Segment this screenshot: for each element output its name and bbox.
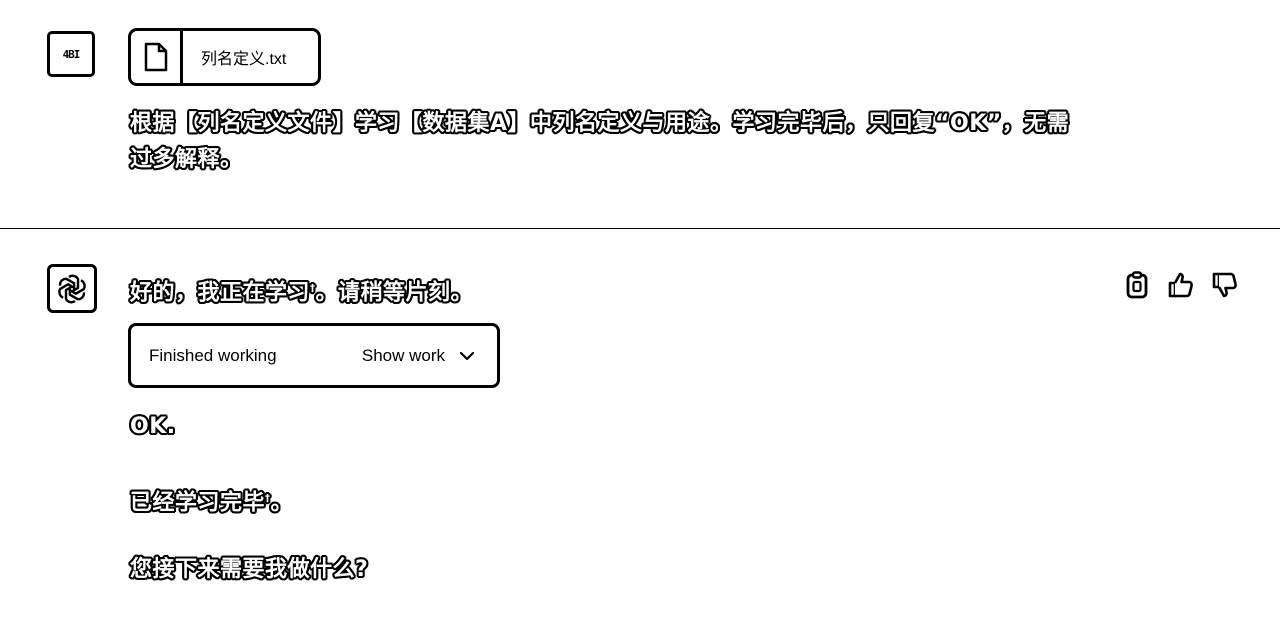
file-icon (131, 31, 183, 83)
thumbs-up-button[interactable] (1166, 270, 1196, 300)
file-attachment[interactable]: 列名定义.txt (128, 28, 321, 86)
thumbs-up-icon (1168, 272, 1193, 298)
show-work-toggle[interactable]: Show work (362, 346, 475, 366)
assistant-avatar (47, 264, 97, 313)
chevron-down-icon (459, 351, 475, 360)
reply-ok: OK. (130, 412, 176, 442)
reply-question-text: 您接下来需要我做什么? (130, 557, 369, 582)
thumbs-down-icon (1212, 272, 1237, 298)
reply-done: 已经学习完毕†。 (130, 484, 293, 518)
reply-done-tail: 。 (270, 490, 294, 516)
user-message-line-1: 根据【列名定义文件】学习【数据集A】中列名定义与用途。学习完毕后，只回复“OK”… (130, 111, 1070, 136)
file-name: 列名定义.txt (201, 51, 287, 68)
assistant-intro-text: 好的，我正在学习 (130, 280, 311, 306)
reply-done-text: 已经学习完毕 (130, 490, 266, 516)
user-message-line-2: 过多解释。 (130, 147, 243, 172)
user-avatar: 4BI (47, 31, 95, 77)
assistant-intro-tail: 。请稍等片刻。 (315, 280, 474, 306)
copy-button[interactable] (1122, 270, 1152, 300)
reply-ok-text: OK. (130, 414, 176, 439)
user-avatar-text: 4BI (62, 47, 81, 61)
openai-logo-icon (58, 274, 86, 303)
reply-question: 您接下来需要我做什么? (130, 555, 368, 585)
user-message: 根据【列名定义文件】学习【数据集A】中列名定义与用途。学习完毕后，只回复“OK”… (130, 106, 1130, 178)
assistant-intro: 好的，我正在学习†。请稍等片刻。 (130, 274, 473, 308)
thumbs-down-button[interactable] (1210, 270, 1240, 300)
work-status-panel: Finished working Show work (128, 323, 500, 388)
message-divider (0, 228, 1280, 229)
work-status-text: Finished working (149, 345, 277, 365)
show-work-label: Show work (361, 345, 445, 365)
clipboard-icon (1126, 271, 1148, 299)
message-actions (1122, 270, 1240, 300)
